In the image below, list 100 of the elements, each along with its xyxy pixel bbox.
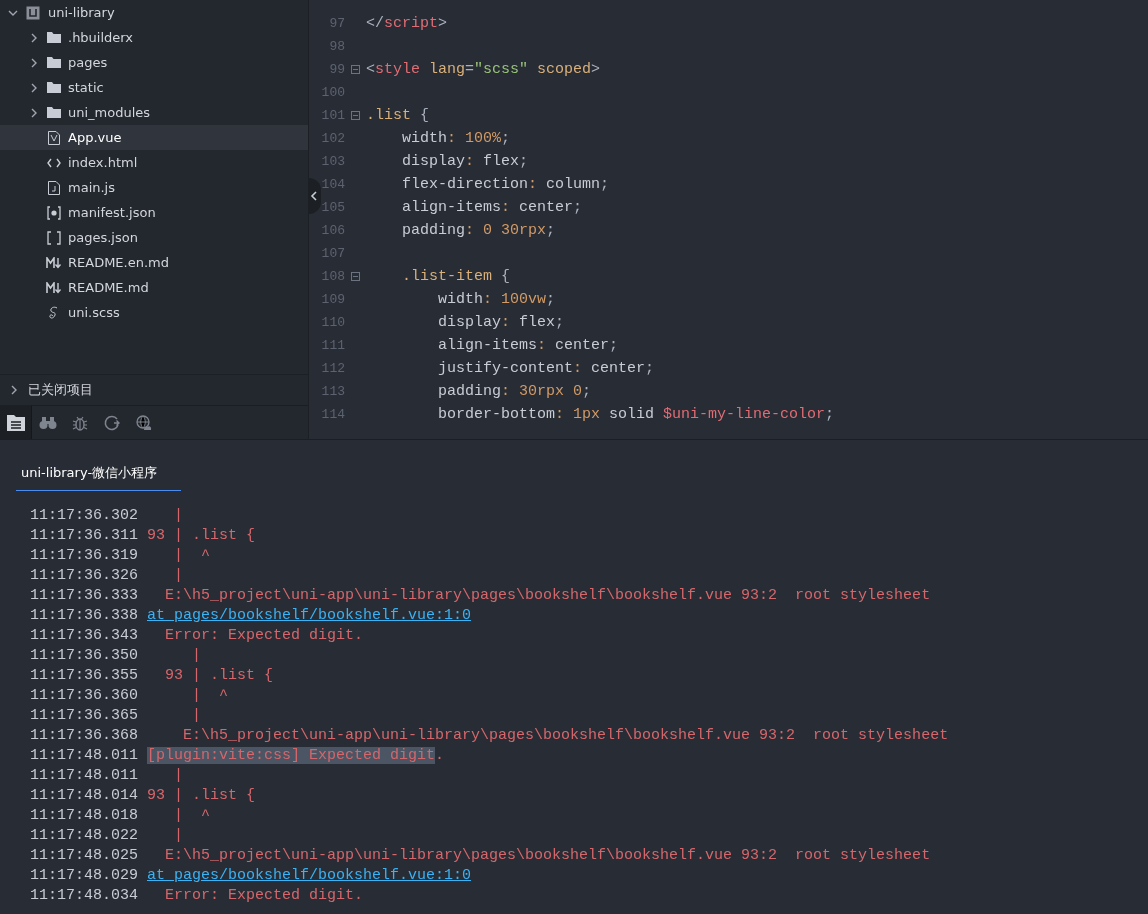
- tree-item[interactable]: index.html: [0, 150, 308, 175]
- tree-item[interactable]: manifest.json: [0, 200, 308, 225]
- sass-icon: [48, 305, 60, 320]
- timestamp: 11:17:48.034: [30, 886, 140, 904]
- log-message: Error: Expected digit.: [164, 886, 364, 904]
- timestamp: 11:17:36.360: [30, 686, 140, 704]
- log-message: |: [173, 826, 183, 844]
- line-number: 97: [328, 16, 345, 31]
- timestamp: 11:17:36.355: [30, 666, 140, 684]
- globe-cloud-icon: [136, 414, 152, 431]
- code-line: display: flex;: [401, 153, 529, 170]
- collapse-sidebar-button[interactable]: [309, 178, 321, 214]
- timestamp: 11:17:36.311: [30, 526, 140, 544]
- log-message: | ^: [173, 546, 210, 564]
- timestamp: 11:17:48.011: [30, 766, 140, 784]
- timestamp: 11:17:48.018: [30, 806, 140, 824]
- code-line: </script>: [366, 15, 448, 32]
- gear-icon: [47, 205, 61, 220]
- tree-item[interactable]: README.md: [0, 275, 308, 300]
- line-number: 99: [328, 62, 345, 77]
- document-icon: [6, 414, 25, 431]
- log-link[interactable]: at pages/bookshelf/bookshelf.vue:1:0: [147, 866, 472, 884]
- tree-item[interactable]: README.en.md: [0, 250, 308, 275]
- markdown-icon: [46, 281, 62, 294]
- tree-item[interactable]: pages: [0, 50, 308, 75]
- folder-icon: [47, 82, 61, 93]
- bug-icon: [72, 414, 88, 431]
- line-number: 107: [320, 246, 345, 261]
- line-number: 108: [320, 269, 345, 284]
- line-number: 98: [328, 39, 345, 54]
- line-number: 109: [320, 292, 345, 307]
- line-number: 102: [320, 131, 345, 146]
- timestamp: 11:17:36.326: [30, 566, 140, 584]
- console-tab[interactable]: uni-library-微信小程序: [16, 462, 181, 491]
- code-line: display: flex;: [437, 314, 565, 331]
- timestamp: 11:17:48.014: [30, 786, 140, 804]
- folder-icon: [47, 57, 61, 68]
- binoculars-icon: [39, 415, 57, 430]
- toolbar-button[interactable]: [0, 405, 32, 439]
- line-number: 114: [320, 407, 345, 422]
- log-message: E:\h5_project\uni-app\uni-library\pages\bookshelf\bookshelf.vue 93:2 root stylesheet: [164, 586, 931, 604]
- project-icon: [26, 5, 40, 20]
- timestamp: 11:17:36.368: [30, 726, 140, 744]
- tree-item[interactable]: static: [0, 75, 308, 100]
- timestamp: 11:17:48.029: [30, 866, 140, 884]
- log-message: |: [173, 506, 183, 524]
- fold-icon[interactable]: [351, 272, 360, 281]
- code-line: width: 100vw;: [437, 291, 556, 308]
- line-number: 110: [320, 315, 345, 330]
- log-message: E:\h5_project\uni-app\uni-library\pages\bookshelf\bookshelf.vue 93:2 root stylesheet: [182, 726, 949, 744]
- code-line: border-bottom: 1px solid $uni-my-line-color;: [437, 406, 835, 423]
- timestamp: 11:17:36.338: [30, 606, 140, 624]
- code-line: width: 100%;: [401, 130, 511, 147]
- timestamp: 11:17:36.365: [30, 706, 140, 724]
- log-message: E:\h5_project\uni-app\uni-library\pages\bookshelf\bookshelf.vue 93:2 root stylesheet: [164, 846, 931, 864]
- timestamp: 11:17:36.319: [30, 546, 140, 564]
- line-number: 112: [320, 361, 345, 376]
- code-icon: [47, 157, 61, 168]
- line-number: 101: [320, 108, 345, 123]
- log-message: |: [173, 766, 183, 784]
- tree-item[interactable]: uni.scss: [0, 300, 308, 325]
- log-message: |: [191, 706, 201, 724]
- fold-icon[interactable]: [351, 65, 360, 74]
- log-message: 93 | .list {: [164, 666, 274, 684]
- tree-item[interactable]: uni-library: [0, 0, 308, 25]
- code-line: padding: 0 30rpx;: [401, 222, 556, 239]
- chevron-left-icon: [310, 191, 318, 201]
- tree-item[interactable]: uni_modules: [0, 100, 308, 125]
- log-message: 93 | .list {: [147, 786, 256, 804]
- line-number: 106: [320, 223, 345, 238]
- log-message: |: [173, 566, 183, 584]
- timestamp: 11:17:36.350: [30, 646, 140, 664]
- code-line: justify-content: center;: [437, 360, 655, 377]
- timestamp: 11:17:36.343: [30, 626, 140, 644]
- code-line: .list {: [366, 107, 430, 124]
- log-message: | ^: [173, 806, 210, 824]
- code-line: padding: 30rpx 0;: [437, 383, 592, 400]
- line-number: 105: [320, 200, 345, 215]
- file-icon: [48, 130, 60, 145]
- line-number: 111: [320, 338, 345, 353]
- log-message: |: [191, 646, 201, 664]
- tree-item[interactable]: main.js: [0, 175, 308, 200]
- refresh-icon: [104, 414, 120, 431]
- folder-icon: [47, 32, 61, 43]
- log-link[interactable]: at pages/bookshelf/bookshelf.vue:1:0: [147, 606, 472, 624]
- timestamp: 11:17:48.025: [30, 846, 140, 864]
- folder-icon: [47, 107, 61, 118]
- fold-icon[interactable]: [351, 111, 360, 120]
- code-line: .list-item {: [401, 268, 511, 285]
- log-message: Error: Expected digit.: [164, 626, 364, 644]
- tree-item[interactable]: pages.json: [0, 225, 308, 250]
- tree-item[interactable]: App.vue: [0, 125, 308, 150]
- line-number: 100: [320, 85, 345, 100]
- line-number: 103: [320, 154, 345, 169]
- markdown-icon: [46, 256, 62, 269]
- brackets-icon: [47, 230, 61, 245]
- code-line: align-items: center;: [401, 199, 583, 216]
- line-number: 113: [320, 384, 345, 399]
- code-line: <style lang="scss" scoped>: [366, 61, 601, 78]
- tree-item[interactable]: .hbuilderx: [0, 25, 308, 50]
